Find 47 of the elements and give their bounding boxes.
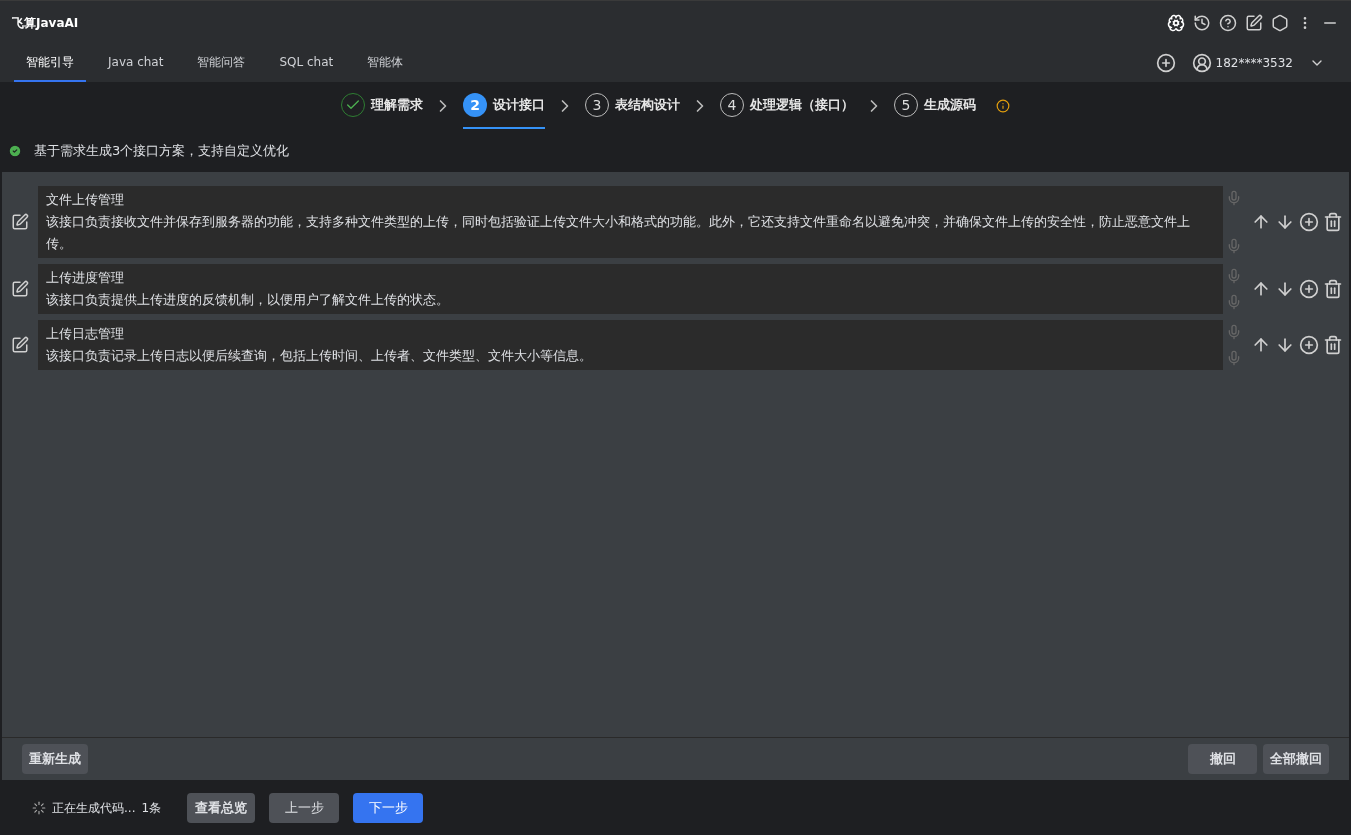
step[interactable]: 5 生成源码 xyxy=(894,83,976,129)
add-icon[interactable] xyxy=(1155,53,1176,73)
step-number: 2 xyxy=(463,93,487,117)
info-icon xyxy=(996,99,1010,113)
overview-button[interactable]: 查看总览 xyxy=(187,792,256,823)
regenerate-button[interactable]: 重新生成 xyxy=(22,744,88,774)
previous-button[interactable]: 上一步 xyxy=(269,792,340,823)
tab[interactable]: 智能引导 xyxy=(14,44,86,82)
step[interactable]: 理解需求 xyxy=(341,83,423,129)
add-icon[interactable] xyxy=(1299,335,1319,355)
interface-title: 上传日志管理 xyxy=(46,325,125,343)
edit-icon[interactable] xyxy=(1245,13,1263,32)
delete-icon[interactable] xyxy=(1323,279,1343,299)
help-icon[interactable] xyxy=(1219,13,1237,32)
undo-all-button[interactable]: 全部撤回 xyxy=(1263,744,1329,774)
edit-icon[interactable] xyxy=(11,213,29,231)
next-button[interactable]: 下一步 xyxy=(353,792,424,823)
interface-title: 文件上传管理 xyxy=(46,191,125,209)
edit-icon[interactable] xyxy=(11,280,29,298)
add-icon[interactable] xyxy=(1299,279,1319,299)
delete-icon[interactable] xyxy=(1323,212,1343,232)
info-text: 基于需求生成3个接口方案，支持自定义优化 xyxy=(34,142,290,161)
user-icon[interactable] xyxy=(1191,53,1212,73)
status-text: 正在生成代码... xyxy=(52,799,136,817)
window-title: 飞算JavaAI xyxy=(12,14,79,32)
step[interactable]: 2 设计接口 xyxy=(463,83,545,129)
status-count: 1条 xyxy=(141,799,162,817)
step[interactable]: 3 表结构设计 xyxy=(585,83,680,129)
brain-gear-icon[interactable] xyxy=(1167,13,1185,32)
step[interactable]: 4 处理逻辑（接口） xyxy=(720,83,854,129)
interface-description: 该接口负责提供上传进度的反馈机制，以便用户了解文件上传的状态。 xyxy=(46,291,450,309)
user-name[interactable]: 182****3532 xyxy=(1215,54,1293,72)
delete-icon[interactable] xyxy=(1323,335,1343,355)
tab[interactable]: Java chat xyxy=(96,44,176,82)
success-icon xyxy=(8,144,22,158)
interface-description: 该接口负责接收文件并保存到服务器的功能，支持多种文件类型的上传，同时包括验证上传文件大小和格式的功能。此外，它还支持文件重命名以避免冲突，并确保文件上传的安全性，防止恶意文件上传。 xyxy=(46,213,1191,253)
undo-button[interactable]: 撤回 xyxy=(1188,744,1257,774)
tab[interactable]: 智能体 xyxy=(355,44,416,82)
add-icon[interactable] xyxy=(1299,212,1319,232)
interface-description: 该接口负责记录上传日志以便后续查询，包括上传时间、上传者、文件类型、文件大小等信息。 xyxy=(46,347,593,365)
tab[interactable]: 智能问答 xyxy=(185,44,258,82)
edit-icon[interactable] xyxy=(11,336,29,354)
history-icon[interactable] xyxy=(1193,13,1211,32)
spinner-icon xyxy=(32,800,46,815)
interface-title: 上传进度管理 xyxy=(46,269,125,287)
settings-icon[interactable] xyxy=(1271,13,1289,32)
tab[interactable]: SQL chat xyxy=(267,44,346,82)
